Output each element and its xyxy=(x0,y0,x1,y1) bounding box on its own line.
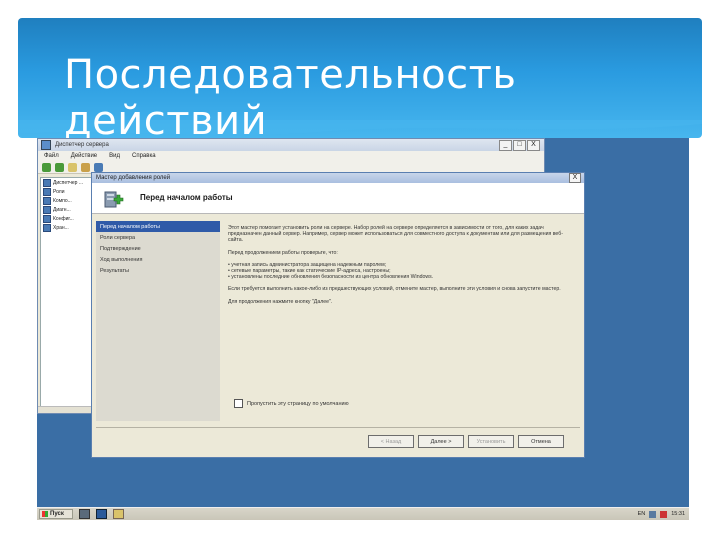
server-manager-tree: Диспетчер ... Роли Компо... Диагн... Кон… xyxy=(40,177,94,409)
server-icon xyxy=(43,178,51,187)
menu-help[interactable]: Справка xyxy=(132,153,156,159)
menu-view[interactable]: Вид xyxy=(109,153,120,159)
server-manager-icon xyxy=(41,140,51,150)
intro-paragraph: Этот мастер помогает установить роли на … xyxy=(228,225,563,244)
skip-page-label: Пропустить эту страницу по умолчанию xyxy=(247,400,349,407)
wizard-buttons: < Назад Далее > Установить Отмена xyxy=(368,435,564,448)
tree-item-storage[interactable]: Хран... xyxy=(41,223,93,232)
next-button[interactable]: Далее > xyxy=(418,435,464,448)
maximize-button[interactable]: □ xyxy=(513,139,526,151)
tree-item-root[interactable]: Диспетчер ... xyxy=(41,178,93,187)
cancel-button[interactable]: Отмена xyxy=(518,435,564,448)
forward-arrow-icon[interactable] xyxy=(55,162,64,172)
add-roles-icon xyxy=(104,191,124,208)
menu-file[interactable]: Файл xyxy=(44,153,59,159)
wizard-content: Этот мастер помогает установить роли на … xyxy=(228,225,576,421)
network-icon[interactable] xyxy=(649,510,657,518)
folder-up-icon[interactable] xyxy=(68,162,77,172)
notification-icon[interactable] xyxy=(660,510,668,518)
prerequisites-heading: Перед продолжением работы проверьте, что… xyxy=(228,249,338,256)
wizard-close-button[interactable]: X xyxy=(569,173,581,183)
configuration-icon xyxy=(43,214,51,223)
close-button[interactable]: X xyxy=(527,139,540,151)
tree-item-diagnostics[interactable]: Диагн... xyxy=(41,205,93,214)
back-arrow-icon[interactable] xyxy=(42,162,51,172)
wizard-titlebar[interactable]: Мастер добавления ролей X xyxy=(92,173,584,183)
tree-item-features[interactable]: Компо... xyxy=(41,196,93,205)
back-button[interactable]: < Назад xyxy=(368,435,414,448)
prerequisite-item: • установлены последние обновления безоп… xyxy=(228,274,434,281)
continue-instructions: Для продолжения нажмите кнопку "Далее". xyxy=(228,298,333,305)
server-manager-quicklaunch-icon[interactable] xyxy=(79,509,90,519)
storage-icon xyxy=(43,223,51,232)
wizard-step-progress[interactable]: Ход выполнения xyxy=(96,254,220,265)
skip-page-row: Пропустить эту страницу по умолчанию xyxy=(234,399,349,408)
server-manager-menubar: Файл Действие Вид Справка xyxy=(38,151,544,161)
system-tray: EN 15:31 xyxy=(638,510,685,518)
windows-logo-icon xyxy=(42,511,48,517)
language-indicator[interactable]: EN xyxy=(638,511,646,517)
wizard-steps-nav: Перед началом работы Роли сервера Подтве… xyxy=(96,221,220,421)
wizard-page-title: Перед началом работы xyxy=(140,193,233,202)
desktop-screenshot: Диспетчер сервера _ □ X Файл Действие Ви… xyxy=(37,138,689,520)
start-label: Пуск xyxy=(50,511,64,517)
wizard-body: Перед началом работы Роли сервера Подтве… xyxy=(92,215,584,429)
prerequisites-list: • учетная запись администратора защищена… xyxy=(228,262,576,281)
start-button[interactable]: Пуск xyxy=(39,509,73,519)
cancel-instructions: Если требуется выполнить какое-либо из п… xyxy=(228,286,561,293)
features-icon xyxy=(43,196,51,205)
tree-item-configuration[interactable]: Конфиг... xyxy=(41,214,93,223)
wizard-header: Перед началом работы xyxy=(92,183,584,214)
skip-page-checkbox[interactable] xyxy=(234,399,243,408)
wizard-divider xyxy=(96,427,580,428)
server-manager-titlebar[interactable]: Диспетчер сервера _ □ X xyxy=(38,139,544,151)
wizard-step-confirmation[interactable]: Подтверждение xyxy=(96,243,220,254)
properties-icon[interactable] xyxy=(94,162,103,172)
server-manager-title: Диспетчер сервера xyxy=(55,142,109,148)
slide-title: Последовательность действий xyxy=(64,52,517,144)
menu-action[interactable]: Действие xyxy=(71,153,97,159)
powershell-quicklaunch-icon[interactable] xyxy=(96,509,107,519)
wizard-step-server-roles[interactable]: Роли сервера xyxy=(96,232,220,243)
wizard-step-before-you-begin[interactable]: Перед началом работы xyxy=(96,221,220,232)
clock[interactable]: 15:31 xyxy=(671,511,685,517)
wizard-step-results[interactable]: Результаты xyxy=(96,265,220,276)
explorer-quicklaunch-icon[interactable] xyxy=(113,509,124,519)
help-icon[interactable] xyxy=(81,162,90,172)
taskbar: Пуск EN 15:31 xyxy=(37,507,689,520)
install-button[interactable]: Установить xyxy=(468,435,514,448)
diagnostics-icon xyxy=(43,205,51,214)
roles-icon xyxy=(43,187,51,196)
tree-item-roles[interactable]: Роли xyxy=(41,187,93,196)
wizard-title: Мастер добавления ролей xyxy=(96,175,171,181)
minimize-button[interactable]: _ xyxy=(499,139,512,151)
add-roles-wizard: Мастер добавления ролей X Перед началом … xyxy=(91,172,585,458)
